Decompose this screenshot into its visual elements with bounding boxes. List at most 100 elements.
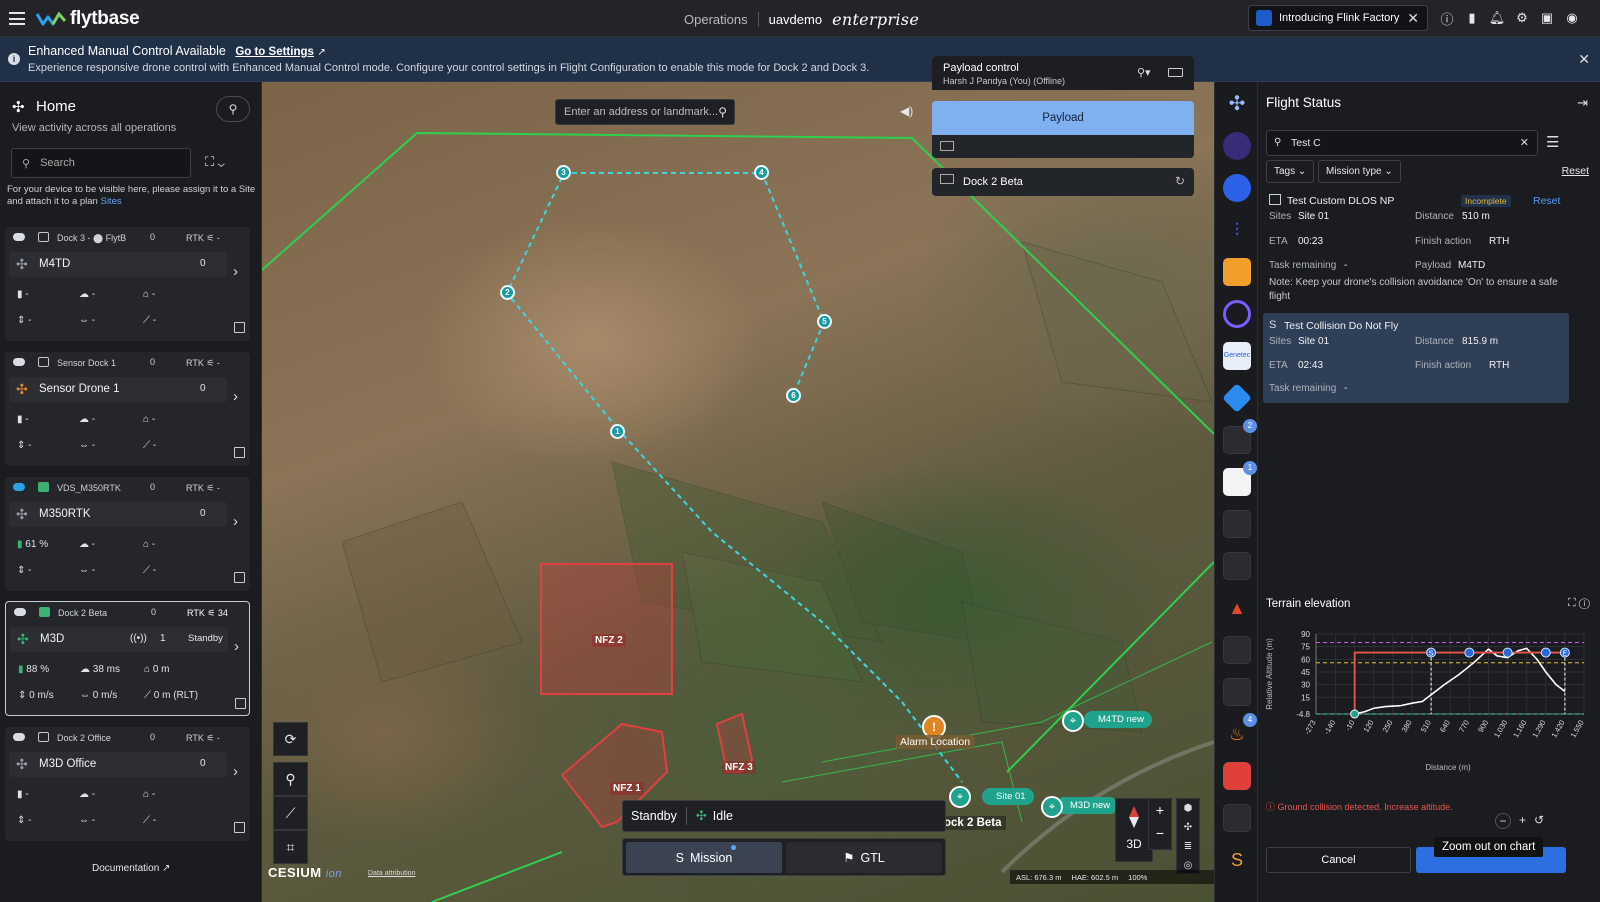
empty-app-slot[interactable] — [1223, 510, 1251, 538]
collapse-panel-icon[interactable]: ⇥ — [1577, 95, 1588, 111]
dock-label[interactable]: ock 2 Beta — [940, 816, 1006, 830]
drone-pin-label[interactable]: M4TD new — [1084, 711, 1152, 728]
mission-card[interactable]: Test Custom DLOS NP Incomplete Reset Sit… — [1263, 190, 1569, 310]
analytics-icon[interactable]: ▮ — [1463, 9, 1481, 27]
zoom-out-button[interactable]: − — [1495, 813, 1511, 829]
documentation-link[interactable]: Documentation ↗ — [92, 863, 170, 874]
external-link-icon[interactable] — [234, 572, 245, 583]
clear-icon[interactable]: ✕ — [1520, 131, 1529, 155]
crop-tool-icon[interactable]: ⌗ — [273, 830, 308, 864]
chevron-right-icon[interactable]: › — [233, 263, 238, 280]
app-logo[interactable]: flytbase — [36, 8, 140, 30]
waypoint-marker[interactable]: 6 — [786, 388, 801, 403]
external-link-icon[interactable] — [234, 322, 245, 333]
empty-app-slot[interactable] — [1223, 636, 1251, 664]
payload-button[interactable]: Payload — [932, 101, 1194, 135]
cancel-button[interactable]: Cancel — [1266, 847, 1411, 873]
layers-toggle-icon[interactable]: ⟳ — [273, 722, 308, 756]
external-link-icon[interactable] — [235, 698, 246, 709]
waypoint-marker[interactable]: 1 — [610, 424, 625, 439]
dock-card[interactable]: Dock 2 Office 0 RTK ⚟ - ✣ M3D Office 0 ▮… — [5, 727, 250, 841]
waypoint-marker[interactable]: 5 — [817, 314, 832, 329]
toggle-icon[interactable] — [14, 608, 26, 616]
view-mode-toggle[interactable]: 3D — [1116, 837, 1152, 851]
joystick-icon[interactable]: ⚲▾ — [1137, 66, 1151, 79]
announcement-text[interactable]: Introducing Flink Factory — [1279, 12, 1399, 24]
waypoint-marker[interactable]: 2 — [500, 285, 515, 300]
waypoint-marker[interactable]: 4 — [754, 165, 769, 180]
speaker-icon[interactable]: ◀) — [900, 104, 913, 118]
orange-app-icon[interactable] — [1223, 258, 1251, 286]
terrain-chart[interactable]: 90 75 60 45 30 15 -4.8 -273 -140 -10 120 250 380 510… — [1258, 622, 1600, 792]
tags-filter[interactable]: Tags ⌄ — [1266, 160, 1315, 183]
siren-app-icon[interactable]: ▲ — [1223, 594, 1251, 622]
zoom-in-button[interactable]: + — [1519, 813, 1526, 829]
dock-card-selected[interactable]: Dock 2 Beta 0 RTK ⚟ 34 ✣ M3D ((•)) 1 Sta… — [5, 601, 250, 716]
external-link-icon[interactable] — [234, 822, 245, 833]
empty-app-slot[interactable] — [1223, 804, 1251, 832]
drone-row[interactable]: ✣ M350RTK 0 — [9, 502, 227, 527]
mission-type-filter[interactable]: Mission type ⌄ — [1318, 160, 1401, 183]
gear-icon[interactable]: ⚙ — [1513, 9, 1531, 27]
reset-filters-link[interactable]: Reset — [1562, 165, 1589, 177]
drone-app-icon[interactable]: ✣ — [1223, 90, 1251, 118]
line-tool-icon[interactable]: ⟋ — [273, 796, 308, 830]
bell-icon[interactable]: 🔔︎ — [1488, 9, 1506, 27]
site-filter-button[interactable]: ⛶ ⌄ — [205, 154, 225, 170]
announcement-chip[interactable]: Introducing Flink Factory ✕ — [1248, 5, 1428, 31]
toggle-icon[interactable] — [13, 483, 25, 491]
close-icon[interactable]: ✕ — [1578, 51, 1590, 68]
help-icon[interactable]: ⓘ — [1579, 597, 1590, 609]
operations-label[interactable]: Operations — [684, 12, 748, 27]
reset-mission-link[interactable]: Reset — [1533, 195, 1560, 207]
dock-card[interactable]: Dock 3 - ⬤ FlytB 0 RTK ⚟ - ✣ M4TD 0 ▮ - … — [5, 227, 250, 341]
filter-settings-icon[interactable]: ☰ — [1546, 133, 1559, 151]
drone-row[interactable]: ✣ M3D ((•)) 1 Standby — [10, 627, 228, 652]
search-input[interactable]: ⚲ Search — [11, 148, 191, 178]
site-pin-label[interactable]: Site 01 — [982, 788, 1034, 805]
empty-app-slot[interactable] — [1223, 552, 1251, 580]
dock-camera-feed[interactable]: Dock 2 Beta ↻ — [932, 168, 1194, 196]
waypoint-marker[interactable]: 3 — [556, 165, 571, 180]
user-icon[interactable]: ◉ — [1563, 9, 1581, 27]
map-view[interactable]: Enter an address or landmark... ⚲ ◀) NFZ… — [262, 82, 1214, 902]
ring-app-icon[interactable] — [1223, 300, 1251, 328]
chevron-right-icon[interactable]: › — [233, 388, 238, 405]
s-app-icon[interactable]: S — [1223, 846, 1251, 874]
reset-zoom-icon[interactable]: ↺ — [1534, 813, 1544, 829]
location-pin-icon[interactable]: ⌖ — [1041, 796, 1063, 818]
navigation-app-icon[interactable] — [1223, 174, 1251, 202]
expand-icon[interactable]: ⛶ — [1568, 597, 1576, 609]
menu-icon[interactable] — [9, 12, 25, 25]
video-app-icon[interactable] — [1223, 762, 1251, 790]
drone-pin-label[interactable]: M3D new — [1056, 797, 1119, 814]
genetec-app-icon[interactable]: Genetec — [1223, 342, 1251, 370]
gift-icon[interactable]: ▣ — [1538, 9, 1556, 27]
assign-user-button[interactable]: ⚲ — [216, 96, 250, 122]
chevron-right-icon[interactable]: › — [233, 513, 238, 530]
toggle-icon[interactable] — [13, 233, 25, 241]
refresh-icon[interactable]: ↻ — [1175, 174, 1185, 188]
location-pin-icon[interactable]: ⌖ — [949, 786, 971, 808]
location-pin-icon[interactable]: ⌖ — [1062, 710, 1084, 732]
tab-gtl[interactable]: ⚑ GTL — [786, 842, 942, 873]
keyboard-icon[interactable] — [1168, 68, 1183, 77]
drone-row[interactable]: ✣ Sensor Drone 1 0 — [9, 377, 227, 402]
dock-card[interactable]: VDS_M350RTK 0 RTK ⚟ - ✣ M350RTK 0 ▮ 61 %… — [5, 477, 250, 591]
empty-app-slot[interactable] — [1223, 678, 1251, 706]
sites-link[interactable]: Sites — [100, 196, 121, 207]
address-search-input[interactable]: Enter an address or landmark... ⚲ — [555, 99, 735, 125]
external-link-icon[interactable] — [234, 447, 245, 458]
stack-icon[interactable]: ≣ — [1177, 837, 1199, 856]
pin-tool-icon[interactable]: ⚲ — [273, 762, 308, 796]
payload-camera-feed[interactable] — [932, 135, 1194, 158]
mission-card-selected[interactable]: S Test Collision Do Not Fly Sites Site 0… — [1263, 313, 1569, 403]
go-to-settings-link[interactable]: Go to Settings — [235, 46, 314, 58]
diamond-app-icon[interactable] — [1222, 383, 1252, 413]
drone-row[interactable]: ✣ M3D Office 0 — [9, 752, 227, 777]
data-attribution-link[interactable]: Data attribution — [368, 870, 415, 877]
chevron-right-icon[interactable]: › — [234, 638, 239, 655]
dock-card[interactable]: Sensor Dock 1 0 RTK ⚟ - ✣ Sensor Drone 1… — [5, 352, 250, 466]
nfz-zone[interactable] — [540, 563, 673, 695]
integration-app-icon[interactable] — [1223, 132, 1251, 160]
